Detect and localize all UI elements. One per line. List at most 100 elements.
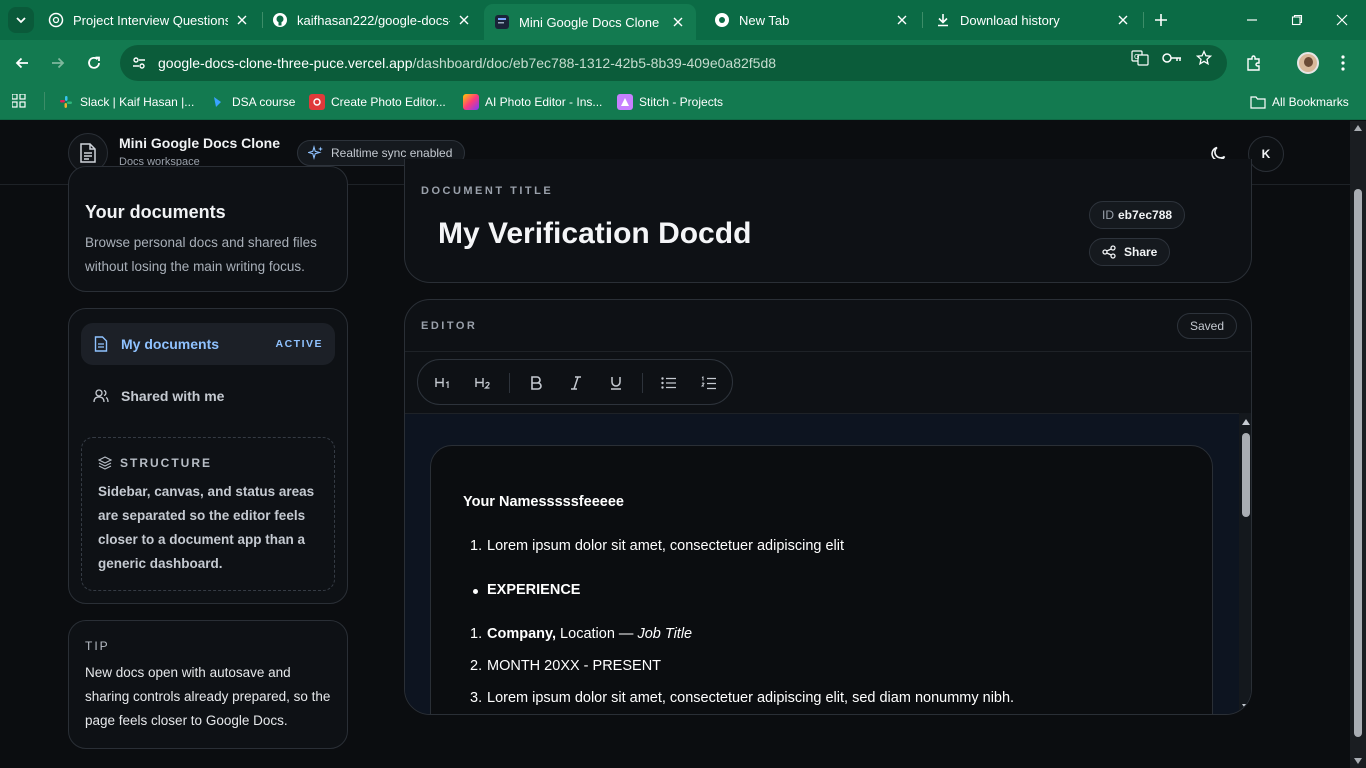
- bullet-list-button[interactable]: [656, 370, 682, 396]
- share-icon: [1102, 245, 1116, 259]
- browser-tab-bar: Project Interview Questions kaifhasan222…: [0, 0, 1366, 40]
- bold-button[interactable]: [523, 370, 549, 396]
- address-bar[interactable]: google-docs-clone-three-puce.vercel.app/…: [120, 45, 1227, 81]
- page-scrollbar[interactable]: [1350, 121, 1366, 768]
- reload-icon: [88, 56, 100, 69]
- new-tab-button[interactable]: [1150, 9, 1172, 31]
- document-title-card: DOCUMENT TITLE My Verification Docdd ID e…: [404, 159, 1252, 283]
- italic-button[interactable]: [563, 370, 589, 396]
- numbered-list-button[interactable]: [696, 370, 722, 396]
- profile-avatar[interactable]: [1297, 52, 1319, 74]
- document-title-input[interactable]: My Verification Docdd: [438, 217, 751, 251]
- heading2-button[interactable]: [470, 370, 496, 396]
- all-bookmarks[interactable]: All Bookmarks: [1250, 94, 1349, 110]
- doc-list-item: 3. Lorem ipsum dolor sit amet, consectetu…: [470, 690, 1015, 706]
- sidebar-item-shared[interactable]: Shared with me: [81, 375, 335, 417]
- sidebar-item-my-documents[interactable]: My documents ACTIVE: [81, 323, 335, 365]
- sparkles-icon: [308, 145, 324, 161]
- tab-search-button[interactable]: [8, 7, 34, 33]
- photo-editor-icon: [309, 94, 325, 110]
- structure-heading: STRUCTURE: [98, 456, 212, 470]
- browser-toolbar: google-docs-clone-three-puce.vercel.app/…: [0, 40, 1366, 86]
- extensions-icon[interactable]: [1243, 52, 1265, 74]
- svg-text:G: G: [1134, 53, 1139, 61]
- tab-project-interview[interactable]: Project Interview Questions: [38, 4, 260, 36]
- folder-icon: [1250, 94, 1266, 110]
- heading2-icon: [475, 378, 490, 389]
- structure-text: Sidebar, canvas, and status areas are se…: [98, 484, 315, 571]
- bullet-list-icon: [661, 377, 676, 389]
- tab-label: Project Interview Questions: [73, 12, 228, 28]
- document-icon: [93, 336, 109, 352]
- close-icon[interactable]: [1115, 12, 1131, 28]
- tip-title: TIP: [85, 639, 110, 653]
- save-status-badge: Saved: [1177, 313, 1238, 339]
- tab-github[interactable]: kaifhasan222/google-docs-c: [262, 4, 482, 36]
- doc-list-item: 2. MONTH 20XX - PRESENT: [470, 658, 662, 674]
- numbered-list-icon: [701, 376, 716, 390]
- intro-text: Browse personal docs and shared files wi…: [85, 235, 317, 274]
- restore-button[interactable]: [1287, 10, 1307, 30]
- close-icon[interactable]: [456, 12, 472, 28]
- minimize-icon: [1247, 19, 1257, 21]
- apps-grid-icon[interactable]: [12, 94, 26, 108]
- underline-icon: [611, 377, 621, 390]
- users-icon: [93, 388, 109, 404]
- password-key-icon[interactable]: [1162, 48, 1182, 68]
- tab-label: kaifhasan222/google-docs-c: [297, 12, 450, 28]
- site-settings-icon[interactable]: [128, 52, 150, 74]
- underline-button[interactable]: [603, 370, 629, 396]
- forward-button[interactable]: [46, 51, 70, 75]
- tip-text: New docs open with autosave and sharing …: [85, 665, 331, 728]
- chatgpt-icon: [48, 12, 64, 28]
- reload-button[interactable]: [82, 51, 106, 75]
- bookmark-stitch[interactable]: Stitch - Projects: [617, 94, 723, 110]
- bookmark-ai-photo[interactable]: AI Photo Editor - Ins...: [463, 94, 602, 110]
- italic-icon: [571, 376, 581, 390]
- url-text: google-docs-clone-three-puce.vercel.app/…: [158, 55, 777, 71]
- close-icon: [1336, 14, 1348, 26]
- github-icon: [272, 12, 288, 28]
- bookmark-slack[interactable]: Slack | Kaif Hasan |...: [58, 94, 194, 110]
- app-title: Mini Google Docs Clone: [119, 135, 281, 151]
- tab-download-history[interactable]: Download history: [925, 4, 1141, 36]
- share-button[interactable]: Share: [1089, 238, 1171, 266]
- minimize-button[interactable]: [1242, 10, 1262, 30]
- ai-photo-icon: [463, 94, 479, 110]
- document-id-badge: ID eb7ec788: [1089, 201, 1186, 229]
- tab-label: Mini Google Docs Clone: [519, 14, 660, 30]
- arrow-right-icon: [52, 57, 65, 69]
- document-title-label: DOCUMENT TITLE: [421, 185, 554, 197]
- close-icon[interactable]: [894, 12, 910, 28]
- app-root: Mini Google Docs Clone Docs workspace Re…: [0, 121, 1350, 768]
- slack-icon: [58, 94, 74, 110]
- editor-card: EDITOR Saved Your Namesssssfeeeee 1. Lor…: [404, 299, 1252, 715]
- close-window-button[interactable]: [1332, 10, 1352, 30]
- user-avatar[interactable]: K: [1248, 136, 1284, 172]
- bookmarks-bar: Slack | Kaif Hasan |... DSA course Creat…: [0, 86, 1366, 120]
- documents-intro-card: Your documents Browse personal docs and …: [68, 166, 348, 292]
- more-menu-icon[interactable]: [1332, 52, 1354, 74]
- translate-icon[interactable]: G: [1130, 48, 1150, 68]
- editor-scrollbar[interactable]: [1239, 413, 1251, 714]
- close-icon[interactable]: [670, 14, 686, 30]
- doc-heading: Your Namesssssfeeeee: [463, 494, 624, 510]
- back-button[interactable]: [10, 51, 34, 75]
- bookmark-star-icon[interactable]: [1194, 48, 1214, 68]
- bookmark-dsa[interactable]: DSA course: [210, 94, 295, 110]
- doc-list-item: 1. Lorem ipsum dolor sit amet, consectetu…: [470, 538, 845, 554]
- tab-mini-google-docs[interactable]: Mini Google Docs Clone: [484, 4, 696, 40]
- close-icon[interactable]: [234, 12, 250, 28]
- bookmark-photo-editor[interactable]: Create Photo Editor...: [309, 94, 446, 110]
- formatting-toolbar: [417, 359, 733, 405]
- heading1-button[interactable]: [430, 370, 456, 396]
- sidebar-item-label: Shared with me: [121, 388, 225, 404]
- document-icon: [80, 143, 96, 163]
- plus-icon: [1155, 14, 1167, 26]
- tab-new-tab[interactable]: New Tab: [704, 4, 920, 36]
- sidebar-item-label: My documents: [121, 336, 220, 352]
- document-page[interactable]: Your Namesssssfeeeee 1. Lorem ipsum dolor…: [430, 445, 1213, 714]
- download-icon: [935, 12, 951, 28]
- chrome-icon: [714, 12, 730, 28]
- intro-title: Your documents: [85, 202, 226, 222]
